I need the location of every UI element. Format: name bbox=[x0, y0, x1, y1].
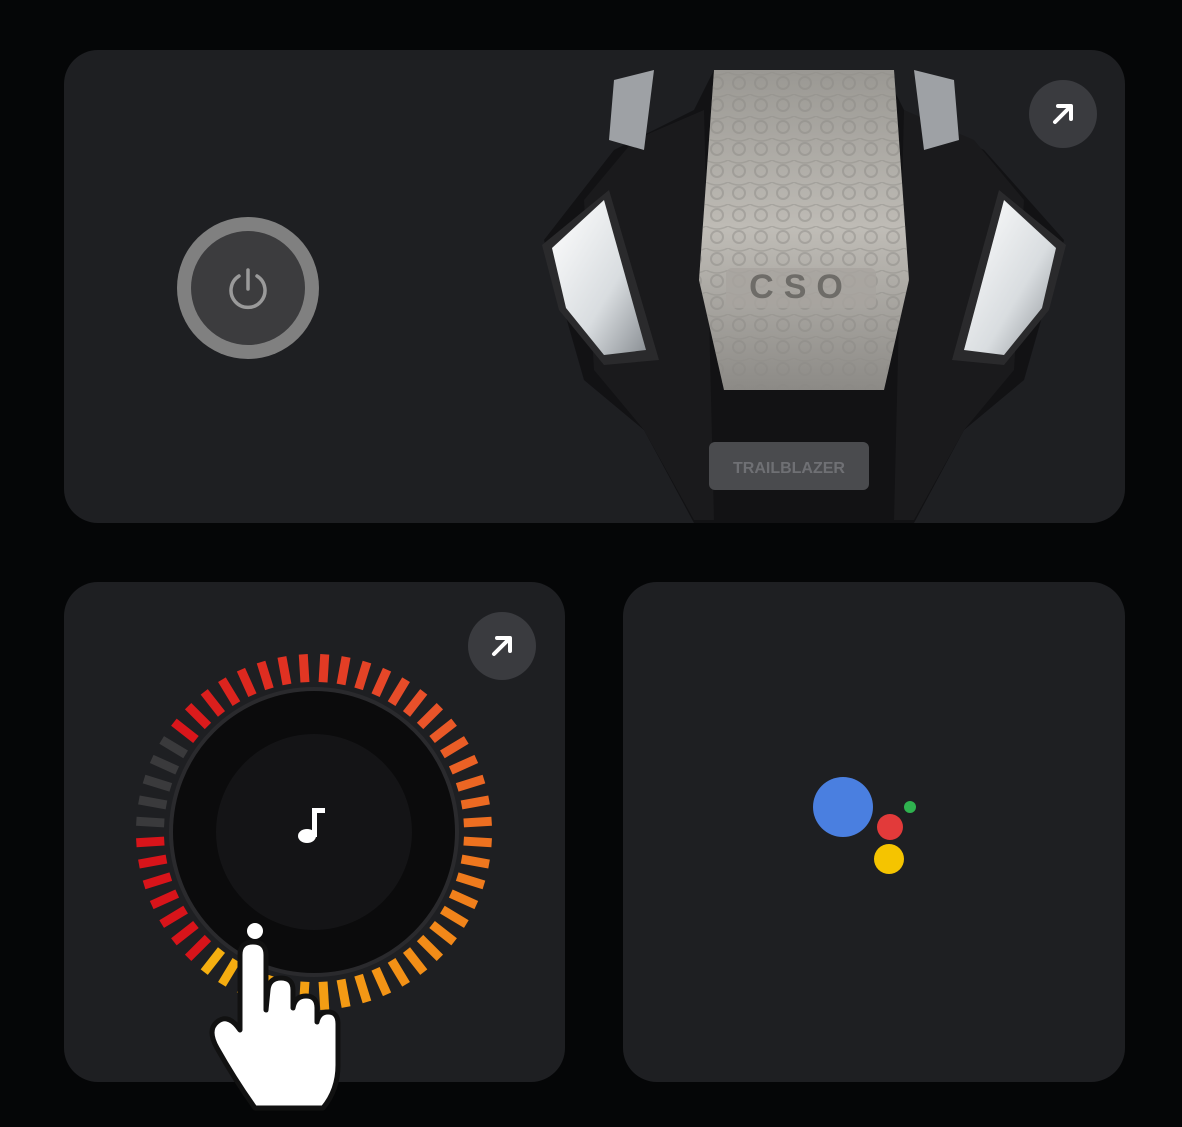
volume-meter-tick bbox=[429, 920, 457, 946]
volume-meter-tick bbox=[371, 667, 392, 698]
volume-meter-tick bbox=[277, 656, 292, 686]
volume-meter-tick bbox=[448, 889, 479, 910]
volume-meter-tick bbox=[149, 889, 180, 910]
volume-meter-tick bbox=[416, 702, 444, 730]
volume-meter-tick bbox=[149, 754, 180, 775]
volume-meter-tick bbox=[142, 872, 173, 890]
volume-meter-tick bbox=[463, 816, 492, 828]
volume-meter-tick bbox=[387, 677, 410, 706]
power-button[interactable] bbox=[177, 217, 319, 359]
volume-meter-tick bbox=[448, 754, 479, 775]
google-assistant-icon[interactable] bbox=[813, 777, 923, 887]
volume-meter-tick bbox=[136, 816, 165, 828]
power-icon bbox=[229, 268, 267, 310]
volume-meter-tick bbox=[354, 973, 372, 1004]
product-name-label: TRAILBLAZER bbox=[733, 460, 845, 477]
volume-meter-tick bbox=[171, 920, 199, 946]
volume-meter-tick bbox=[354, 660, 372, 691]
assistant-dot-blue bbox=[813, 777, 873, 837]
volume-meter-tick bbox=[138, 854, 168, 869]
volume-meter-tick bbox=[440, 905, 469, 928]
volume-meter-tick bbox=[200, 689, 226, 717]
hand-pointer-icon bbox=[209, 939, 341, 1111]
volume-meter-tick bbox=[460, 854, 490, 869]
volume-meter-tick bbox=[402, 689, 428, 717]
product-logo-text: CSO bbox=[749, 268, 853, 306]
volume-meter-tick bbox=[218, 677, 241, 706]
device-card: CSO TRAILBLAZER bbox=[64, 50, 1125, 523]
volume-meter-tick bbox=[236, 667, 257, 698]
volume-meter-tick bbox=[159, 736, 188, 759]
volume-meter-tick bbox=[429, 718, 457, 744]
volume-meter-tick bbox=[463, 836, 492, 848]
volume-meter-tick bbox=[455, 872, 486, 890]
volume-meter-tick bbox=[256, 660, 274, 691]
volume-meter-tick bbox=[142, 774, 173, 792]
volume-meter-tick bbox=[440, 736, 469, 759]
device-expand-button[interactable] bbox=[1029, 80, 1097, 148]
product-image: CSO TRAILBLAZER bbox=[542, 70, 1066, 523]
assistant-dot-green bbox=[904, 801, 916, 813]
assistant-dot-yellow bbox=[874, 844, 904, 874]
volume-meter-tick bbox=[371, 966, 392, 997]
volume-meter-tick bbox=[171, 718, 199, 744]
assistant-card[interactable] bbox=[623, 582, 1125, 1082]
volume-meter-tick bbox=[387, 958, 410, 987]
volume-meter-tick bbox=[159, 905, 188, 928]
volume-meter-tick bbox=[402, 947, 428, 975]
volume-meter-tick bbox=[460, 795, 490, 810]
volume-meter-tick bbox=[184, 702, 212, 730]
volume-meter-tick bbox=[455, 774, 486, 792]
volume-meter-tick bbox=[298, 654, 310, 683]
volume-meter-tick bbox=[416, 934, 444, 962]
volume-meter-tick bbox=[336, 656, 351, 686]
assistant-dot-red bbox=[877, 814, 903, 840]
arrow-up-right-icon bbox=[1053, 104, 1073, 124]
power-button-face bbox=[191, 231, 305, 345]
volume-meter-tick bbox=[138, 795, 168, 810]
volume-meter-tick bbox=[136, 836, 165, 848]
volume-meter-tick bbox=[318, 654, 330, 683]
